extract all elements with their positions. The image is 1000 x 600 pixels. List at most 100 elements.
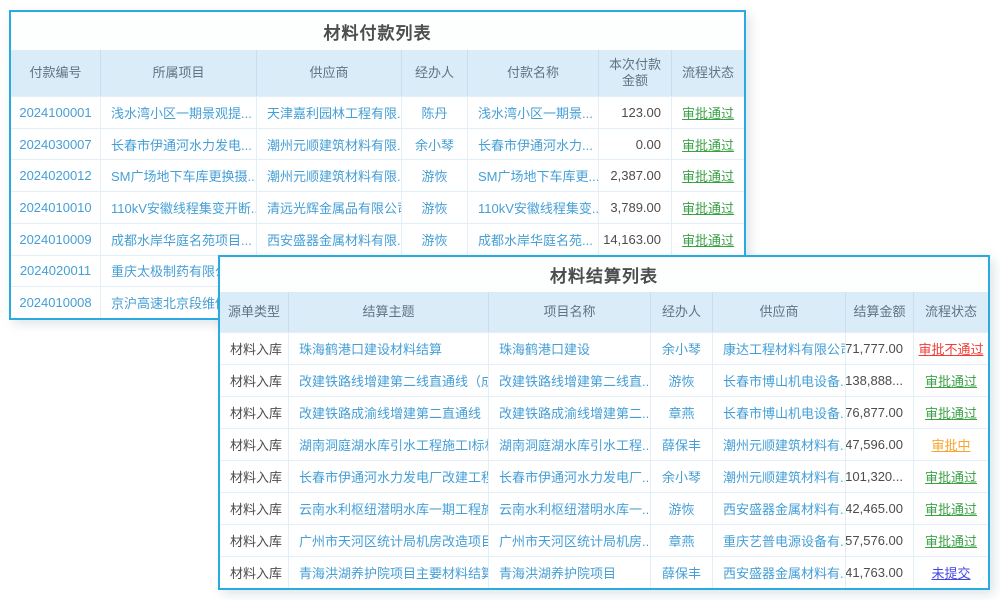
table-row: 材料入库 广州市天河区统计局机房改造项目... 广州市天河区统计局机房... 章… (220, 524, 988, 556)
source-type: 材料入库 (220, 493, 289, 524)
handler-link[interactable]: 章燕 (651, 525, 713, 556)
supplier-link[interactable]: 重庆艺普电源设备有... (713, 525, 846, 556)
project-name-link[interactable]: 珠海鹤港口建设 (489, 333, 651, 364)
supplier-link[interactable]: 西安盛器金属材料有... (713, 493, 846, 524)
table-row: 材料入库 改建铁路成渝线增建第二直通线（... 改建铁路成渝线增建第二... 章… (220, 396, 988, 428)
handler-link[interactable]: 余小琴 (651, 461, 713, 492)
settlement-subject-link[interactable]: 长春市伊通河水力发电厂改建工程... (289, 461, 489, 492)
table-row: 材料入库 青海洪湖养护院项目主要材料结算 青海洪湖养护院项目 薛保丰 西安盛器金… (220, 556, 988, 588)
handler-link[interactable]: 薛保丰 (651, 429, 713, 460)
project-name-link[interactable]: 改建铁路成渝线增建第二... (489, 397, 651, 428)
status-link[interactable]: 审批通过 (925, 499, 977, 518)
column-header-project-name: 项目名称 (489, 292, 651, 332)
source-type: 材料入库 (220, 557, 289, 588)
handler-link[interactable]: 游恢 (402, 192, 468, 223)
supplier-link[interactable]: 潮州元顺建筑材料有... (713, 429, 846, 460)
column-header-supplier: 供应商 (257, 50, 402, 96)
column-header-handler: 经办人 (402, 50, 468, 96)
payment-name-link[interactable]: 浅水湾小区一期景... (468, 97, 599, 128)
settlement-subject-link[interactable]: 广州市天河区统计局机房改造项目... (289, 525, 489, 556)
handler-link[interactable]: 余小琴 (651, 333, 713, 364)
amount-value: 71,777.00 (846, 333, 914, 364)
amount-value: 2,387.00 (599, 160, 672, 191)
project-name-link[interactable]: 湖南洞庭湖水库引水工程... (489, 429, 651, 460)
status-link[interactable]: 审批通过 (925, 371, 977, 390)
payment-name-link[interactable]: 长春市伊通河水力... (468, 129, 599, 160)
payment-id-link[interactable]: 2024020012 (11, 160, 101, 191)
column-header-project: 所属项目 (101, 50, 257, 96)
handler-link[interactable]: 游恢 (402, 224, 468, 255)
payment-name-link[interactable]: 110kV安徽线程集变... (468, 192, 599, 223)
handler-link[interactable]: 游恢 (651, 493, 713, 524)
source-type: 材料入库 (220, 461, 289, 492)
supplier-link[interactable]: 康达工程材料有限公司 (713, 333, 846, 364)
settlement-subject-link[interactable]: 青海洪湖养护院项目主要材料结算 (289, 557, 489, 588)
supplier-link[interactable]: 潮州元顺建筑材料有限... (257, 129, 402, 160)
project-link[interactable]: 成都水岸华庭名苑项目... (101, 224, 257, 255)
project-link[interactable]: 110kV安徽线程集变开断... (101, 192, 257, 223)
status-cell: 审批通过 (672, 129, 744, 160)
settlement-subject-link[interactable]: 珠海鹤港口建设材料结算 (289, 333, 489, 364)
table-row: 2024100001 浅水湾小区一期景观提... 天津嘉利园林工程有限... 陈… (11, 96, 744, 128)
amount-value: 138,888... (846, 365, 914, 396)
column-header-settlement-subject: 结算主题 (289, 292, 489, 332)
status-cell: 审批通过 (672, 97, 744, 128)
settlement-subject-link[interactable]: 云南水利枢纽潜明水库一期工程施... (289, 493, 489, 524)
supplier-link[interactable]: 长春市博山机电设备... (713, 365, 846, 396)
status-link[interactable]: 审批通过 (682, 230, 734, 249)
handler-link[interactable]: 薛保丰 (651, 557, 713, 588)
project-link[interactable]: 浅水湾小区一期景观提... (101, 97, 257, 128)
project-name-link[interactable]: 长春市伊通河水力发电厂... (489, 461, 651, 492)
handler-link[interactable]: 章燕 (651, 397, 713, 428)
project-name-link[interactable]: 青海洪湖养护院项目 (489, 557, 651, 588)
settlement-subject-link[interactable]: 湖南洞庭湖水库引水工程施工I标材... (289, 429, 489, 460)
status-cell: 审批通过 (914, 461, 988, 492)
supplier-link[interactable]: 潮州元顺建筑材料有限... (257, 160, 402, 191)
project-name-link[interactable]: 云南水利枢纽潜明水库一... (489, 493, 651, 524)
status-link[interactable]: 未提交 (931, 563, 970, 582)
status-link[interactable]: 审批通过 (682, 135, 734, 154)
project-link[interactable]: 长春市伊通河水力发电... (101, 129, 257, 160)
supplier-link[interactable]: 西安盛器金属材料有... (713, 557, 846, 588)
supplier-link[interactable]: 潮州元顺建筑材料有... (713, 461, 846, 492)
payment-id-link[interactable]: 2024100001 (11, 97, 101, 128)
supplier-link[interactable]: 天津嘉利园林工程有限... (257, 97, 402, 128)
status-link[interactable]: 审批通过 (925, 467, 977, 486)
settlement-subject-link[interactable]: 改建铁路线增建第二线直通线（成... (289, 365, 489, 396)
status-link[interactable]: 审批中 (931, 435, 970, 454)
column-header-handler: 经办人 (651, 292, 713, 332)
supplier-link[interactable]: 长春市博山机电设备... (713, 397, 846, 428)
table-row: 2024010009 成都水岸华庭名苑项目... 西安盛器金属材料有限... 游… (11, 223, 744, 255)
table-row: 2024030007 长春市伊通河水力发电... 潮州元顺建筑材料有限... 余… (11, 128, 744, 160)
column-header-payment-id: 付款编号 (11, 50, 101, 96)
payment-id-link[interactable]: 2024030007 (11, 129, 101, 160)
project-name-link[interactable]: 广州市天河区统计局机房... (489, 525, 651, 556)
payment-id-link[interactable]: 2024010009 (11, 224, 101, 255)
handler-link[interactable]: 游恢 (651, 365, 713, 396)
status-cell: 审批通过 (914, 493, 988, 524)
supplier-link[interactable]: 清远光辉金属品有限公司 (257, 192, 402, 223)
status-link[interactable]: 审批通过 (682, 103, 734, 122)
handler-link[interactable]: 游恢 (402, 160, 468, 191)
payment-name-link[interactable]: 成都水岸华庭名苑... (468, 224, 599, 255)
source-type: 材料入库 (220, 429, 289, 460)
status-link[interactable]: 审批通过 (925, 403, 977, 422)
amount-value: 42,465.00 (846, 493, 914, 524)
column-header-amount: 本次付款金额 (599, 50, 672, 96)
payment-name-link[interactable]: SM广场地下车库更... (468, 160, 599, 191)
settlement-list-header-row: 源单类型 结算主题 项目名称 经办人 供应商 结算金额 流程状态 (220, 292, 988, 332)
status-link[interactable]: 审批通过 (682, 166, 734, 185)
payment-id-link[interactable]: 2024010008 (11, 287, 101, 318)
status-link[interactable]: 审批通过 (682, 198, 734, 217)
settlement-subject-link[interactable]: 改建铁路成渝线增建第二直通线（... (289, 397, 489, 428)
handler-link[interactable]: 陈丹 (402, 97, 468, 128)
project-link[interactable]: SM广场地下车库更换摄... (101, 160, 257, 191)
project-name-link[interactable]: 改建铁路线增建第二线直... (489, 365, 651, 396)
supplier-link[interactable]: 西安盛器金属材料有限... (257, 224, 402, 255)
payment-id-link[interactable]: 2024010010 (11, 192, 101, 223)
payment-id-link[interactable]: 2024020011 (11, 256, 101, 287)
status-cell: 审批通过 (914, 525, 988, 556)
handler-link[interactable]: 余小琴 (402, 129, 468, 160)
status-link[interactable]: 审批通过 (925, 531, 977, 550)
status-link[interactable]: 审批不通过 (919, 339, 984, 358)
